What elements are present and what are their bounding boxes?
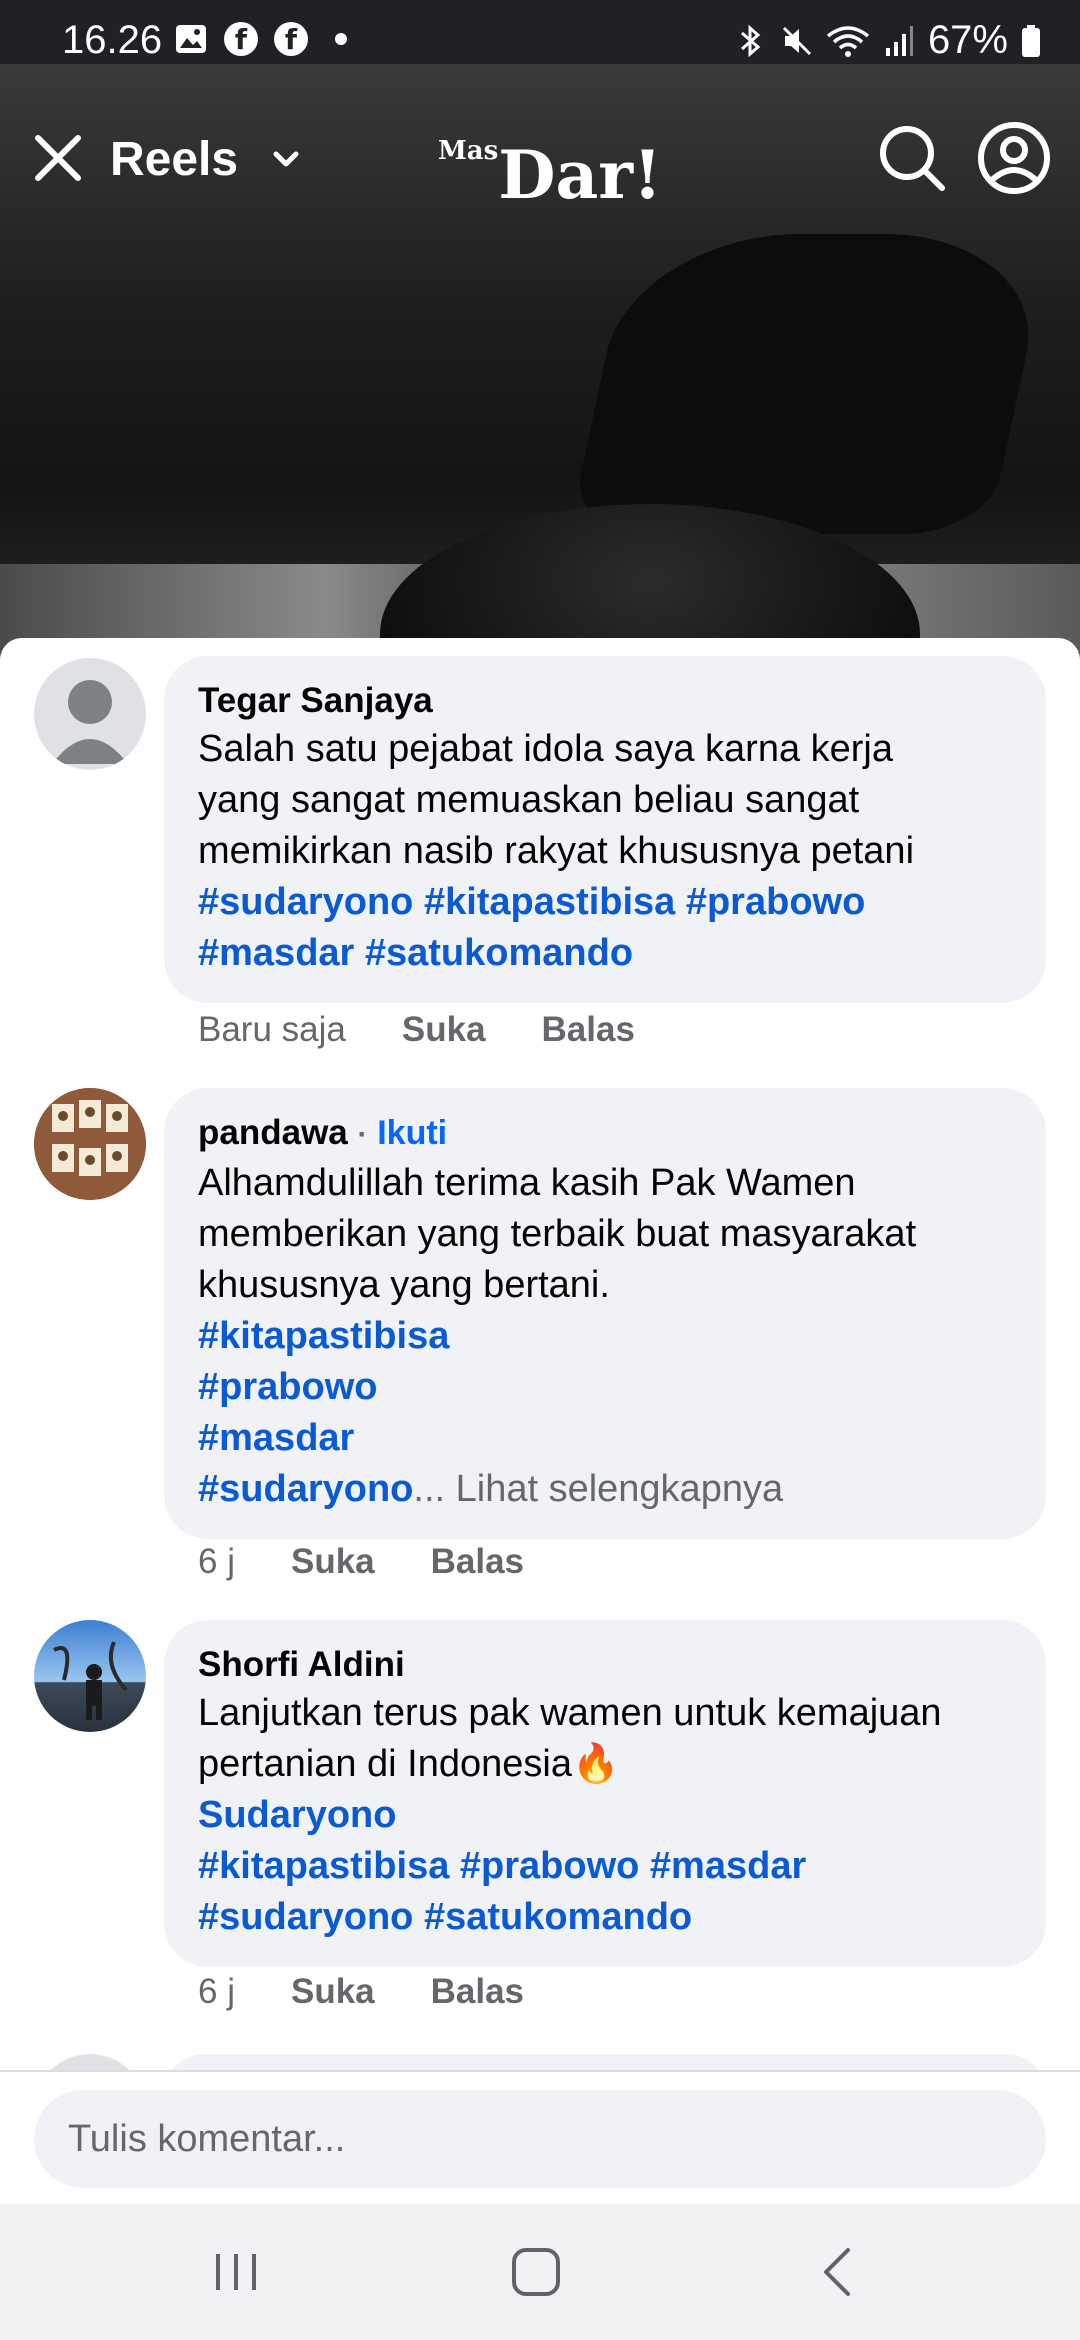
comment-input[interactable] bbox=[34, 2090, 1046, 2188]
brand-main: Dar! bbox=[498, 136, 663, 214]
comment-line-text: yang sangat memuaskan beliau sangat bbox=[198, 779, 860, 821]
comment-bubble: Tegar Sanjaya Salah satu pejabat idola s… bbox=[164, 656, 1046, 1003]
comment-time: Baru saja bbox=[198, 1010, 346, 1049]
comment-line-text: Lanjutkan terus pak wamen untuk kemajuan bbox=[198, 1692, 942, 1734]
reels-title[interactable]: Reels bbox=[110, 132, 238, 187]
battery-icon bbox=[1020, 24, 1042, 58]
brand-prefix: Mas bbox=[438, 136, 499, 166]
comment-line: #kitapastibisa bbox=[198, 1311, 1012, 1362]
comment-actions: Baru saja Suka Balas bbox=[198, 1010, 635, 1050]
comment-author[interactable]: Shorfi Aldini bbox=[198, 1642, 1012, 1688]
like-button[interactable]: Suka bbox=[402, 1010, 486, 1050]
hashtag-link[interactable]: #kitapastibisa bbox=[198, 1315, 449, 1357]
comment-line: Salah satu pejabat idola saya karna kerj… bbox=[198, 724, 1012, 775]
hashtag-link[interactable]: #prabowo bbox=[198, 1366, 377, 1408]
comment-line: #sudaryono #satukomando bbox=[198, 1892, 1012, 1943]
comment-bubble: pandawa · Ikuti Alhamdulillah terima kas… bbox=[164, 1088, 1046, 1539]
bluetooth-icon bbox=[734, 24, 768, 58]
hashtag-link[interactable]: Sudaryono bbox=[198, 1794, 396, 1836]
search-icon[interactable] bbox=[876, 122, 948, 194]
comment-line-text: khususnya yang bertani. bbox=[198, 1264, 610, 1306]
comment-line: khususnya yang bertani. bbox=[198, 1260, 1012, 1311]
comment-author[interactable]: Tegar Sanjaya bbox=[198, 678, 1012, 724]
comment-line: pertanian di Indonesia🔥 bbox=[198, 1739, 1012, 1790]
signal-icon bbox=[882, 24, 916, 58]
recent-apps-icon[interactable] bbox=[204, 2240, 268, 2304]
comment-line: Sudaryono bbox=[198, 1790, 1012, 1841]
comment-line: #sudaryono... Lihat selengkapnya bbox=[198, 1464, 1012, 1515]
image-icon bbox=[174, 22, 208, 56]
comment-line: #masdar #satukomando bbox=[198, 928, 1012, 979]
comment-line: memberikan yang terbaik buat masyarakat bbox=[198, 1209, 1012, 1260]
comment-text: Salah satu pejabat idola saya karna kerj… bbox=[198, 724, 1012, 979]
comment-line: #prabowo bbox=[198, 1362, 1012, 1413]
comment-line: memikirkan nasib rakyat khususnya petani bbox=[198, 826, 1012, 877]
avatar[interactable] bbox=[34, 1620, 146, 1732]
hashtag-link[interactable]: #masdar bbox=[198, 1417, 354, 1459]
comment-author[interactable]: pandawa bbox=[198, 1113, 348, 1152]
comment-actions: 6 j Suka Balas bbox=[198, 1972, 524, 2012]
dot-icon bbox=[324, 22, 358, 56]
hashtag-link[interactable]: #masdar #satukomando bbox=[198, 932, 633, 974]
comment-line-text: memberikan yang terbaik buat masyarakat bbox=[198, 1213, 917, 1255]
status-time: 16.26 bbox=[62, 18, 163, 62]
comment-line: #sudaryono #kitapastibisa #prabowo bbox=[198, 877, 1012, 928]
close-icon[interactable] bbox=[30, 130, 86, 186]
video-background-shape bbox=[568, 234, 1052, 534]
see-more-link[interactable]: ... Lihat selengkapnya bbox=[413, 1468, 783, 1510]
comment-line: yang sangat memuaskan beliau sangat bbox=[198, 775, 1012, 826]
hashtag-link[interactable]: #sudaryono bbox=[198, 1468, 413, 1510]
avatar[interactable] bbox=[34, 658, 146, 770]
comment-time: 6 j bbox=[198, 1542, 235, 1581]
comment-line: #kitapastibisa #prabowo #masdar bbox=[198, 1841, 1012, 1892]
comment-author-row: pandawa · Ikuti bbox=[198, 1110, 1012, 1158]
brand-logo: MasDar! bbox=[438, 136, 662, 214]
system-icons: 67% bbox=[734, 18, 1042, 63]
comment-text: Alhamdulillah terima kasih Pak Wamen memb… bbox=[198, 1158, 1012, 1515]
system-nav-bar bbox=[0, 2204, 1080, 2340]
hashtag-link[interactable]: #kitapastibisa #prabowo #masdar bbox=[198, 1845, 806, 1887]
wifi-icon bbox=[826, 24, 870, 58]
comments-sheet: Tegar Sanjaya Salah satu pejabat idola s… bbox=[0, 638, 1080, 2070]
follow-button[interactable]: Ikuti bbox=[377, 1114, 447, 1152]
battery-percent: 67% bbox=[927, 18, 1008, 62]
comment-line: Lanjutkan terus pak wamen untuk kemajuan bbox=[198, 1688, 1012, 1739]
reply-button[interactable]: Balas bbox=[431, 1972, 524, 2012]
reply-button[interactable]: Balas bbox=[431, 1542, 524, 1582]
reels-top-bar: Reels MasDar! bbox=[0, 120, 1080, 214]
facebook-icon: f bbox=[274, 22, 308, 56]
comment-bubble: Shorfi Aldini Lanjutkan terus pak wamen … bbox=[164, 1620, 1046, 1967]
hashtag-link[interactable]: #sudaryono #satukomando bbox=[198, 1896, 692, 1938]
comment-line: Alhamdulillah terima kasih Pak Wamen bbox=[198, 1158, 1012, 1209]
hashtag-link[interactable]: #sudaryono #kitapastibisa #prabowo bbox=[198, 881, 865, 923]
like-button[interactable]: Suka bbox=[291, 1972, 375, 2012]
comment-composer bbox=[0, 2070, 1080, 2206]
comment-line-text: pertanian di Indonesia🔥 bbox=[198, 1743, 620, 1785]
home-icon[interactable] bbox=[504, 2240, 568, 2304]
comment-line-text: Salah satu pejabat idola saya karna kerj… bbox=[198, 728, 894, 770]
comment-line: #masdar bbox=[198, 1413, 1012, 1464]
comment-line-text: Alhamdulillah terima kasih Pak Wamen bbox=[198, 1162, 856, 1204]
comment-line-text: memikirkan nasib rakyat khususnya petani bbox=[198, 830, 915, 872]
avatar[interactable] bbox=[34, 1088, 146, 1200]
separator-dot: · bbox=[357, 1118, 368, 1151]
profile-icon[interactable] bbox=[976, 120, 1052, 196]
notification-icons: f f bbox=[174, 22, 358, 56]
mute-icon bbox=[780, 24, 814, 58]
back-icon[interactable] bbox=[808, 2240, 872, 2304]
facebook-icon: f bbox=[224, 22, 258, 56]
comment-time: 6 j bbox=[198, 1972, 235, 2011]
like-button[interactable]: Suka bbox=[291, 1542, 375, 1582]
chevron-down-icon[interactable] bbox=[266, 140, 306, 180]
comment-text: Lanjutkan terus pak wamen untuk kemajuan… bbox=[198, 1688, 1012, 1943]
comment-actions: 6 j Suka Balas bbox=[198, 1542, 524, 1582]
reply-button[interactable]: Balas bbox=[542, 1010, 635, 1050]
